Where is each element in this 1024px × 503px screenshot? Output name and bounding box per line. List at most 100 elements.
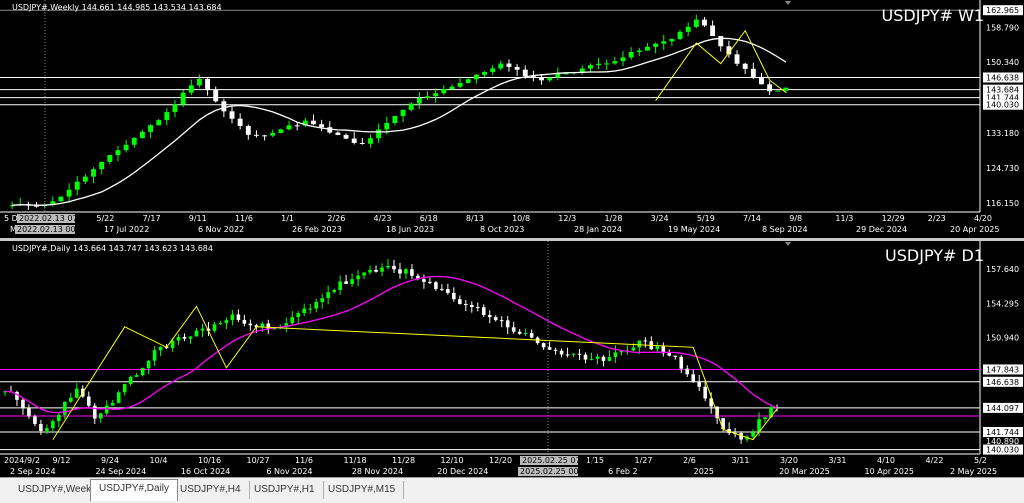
- candle-body: [200, 328, 205, 331]
- daily-chart-canvas[interactable]: 157.640 154.295 150.940 147.843 146.638 144.0…: [0, 241, 1024, 477]
- candle-body: [128, 376, 133, 385]
- candle-body: [75, 388, 79, 398]
- candle-body: [613, 352, 618, 358]
- candle-body: [669, 38, 675, 42]
- candle-body: [759, 76, 764, 85]
- candle-body: [270, 132, 276, 136]
- time-tick-label: 6 Nov 2022: [198, 225, 244, 234]
- time-tick-label: 2/6: [683, 456, 696, 465]
- time-tick-label: 10/27: [247, 456, 270, 465]
- candle-body: [433, 93, 439, 97]
- time-tick-label: 2025: [694, 467, 714, 476]
- time-tick-label: 3/31: [829, 456, 847, 465]
- time-tick-label: 29 Dec 2024: [856, 225, 907, 234]
- candle-body: [601, 356, 606, 361]
- tab-usdjpy-daily[interactable]: USDJPY#,Daily: [90, 479, 179, 501]
- time-tick-label: 28 Jan 2024: [574, 225, 622, 234]
- candle-body: [457, 82, 463, 87]
- price-tick-label: 133.180: [986, 129, 1019, 138]
- candle-body: [176, 336, 181, 341]
- daily-symbol-label: USDJPY# D1: [885, 246, 984, 265]
- time-tick-label: 8/13: [466, 214, 484, 223]
- candle-body: [319, 124, 325, 128]
- time-tick-label: 2/23: [928, 214, 946, 223]
- candle-body: [506, 63, 512, 67]
- candle-body: [218, 323, 223, 325]
- candle-body: [51, 421, 55, 429]
- candle-body: [380, 267, 384, 272]
- candle-body: [374, 269, 378, 272]
- candle-body: [356, 275, 360, 280]
- candle-body: [655, 346, 660, 350]
- candle-body: [620, 57, 626, 62]
- time-tick-label: 4/22: [926, 456, 944, 465]
- price-tick-label: 146.638: [986, 378, 1019, 387]
- candle-body: [236, 314, 241, 320]
- candle-body: [351, 138, 357, 143]
- price-tick-label: 158.790: [986, 23, 1019, 32]
- time-tick-label: 5/2: [974, 456, 987, 465]
- time-tick-label: 2/26: [327, 214, 345, 223]
- candle-body: [702, 19, 707, 26]
- candle-body: [523, 333, 528, 335]
- time-tick-label: 4/10: [877, 456, 895, 465]
- candle-body: [139, 131, 145, 139]
- candle-body: [667, 353, 672, 356]
- candle-body: [311, 120, 316, 125]
- time-tick-label: 11/28: [392, 456, 415, 465]
- candle-body: [522, 69, 528, 77]
- candle-body: [643, 340, 648, 342]
- tab-usdjpy-h4[interactable]: USDJPY#,H4: [172, 481, 250, 499]
- candle-body: [583, 354, 588, 360]
- candle-body: [452, 292, 456, 300]
- weekly-chart-pane[interactable]: 162.965 158.790 150.340 146.638 143.684 141.7…: [0, 0, 1024, 238]
- time-tick-label: 9/24: [101, 456, 119, 465]
- time-tick-label: 10/8: [512, 214, 530, 223]
- moving-average-line: [12, 37, 787, 206]
- candle-body: [188, 336, 193, 339]
- candle-body: [400, 109, 406, 117]
- price-tick-label: 157.640: [986, 265, 1019, 274]
- time-tick-label: 6 Feb 2: [608, 467, 637, 476]
- tab-usdjpy-m15[interactable]: USDJPY#,M15: [320, 481, 405, 499]
- candle-body: [343, 134, 349, 139]
- candle-body: [607, 357, 612, 361]
- candle-body: [39, 423, 43, 431]
- time-tick-label: 10/4: [150, 456, 168, 465]
- candle-body: [553, 349, 558, 351]
- candle-body: [368, 269, 372, 273]
- time-tick-label: 7/14: [743, 214, 761, 223]
- price-tick-label: 147.843: [986, 365, 1019, 374]
- candle-body: [107, 155, 113, 162]
- candle-body: [458, 299, 462, 305]
- weekly-chart-canvas[interactable]: 162.965158.790150.340146.638143.684141.7…: [0, 0, 1024, 238]
- candle-body: [482, 71, 487, 75]
- candle-body: [229, 111, 235, 119]
- candle-body: [653, 43, 659, 47]
- candle-body: [763, 417, 767, 420]
- time-tick-label: 3/20: [780, 456, 798, 465]
- time-tick-label: 16 Oct 2024: [181, 467, 230, 476]
- time-tick-label: 9/11: [189, 214, 207, 223]
- candle-body: [493, 317, 498, 321]
- weekly-header: USDJPY#,Weekly 144.661 144.985 143.534 1…: [12, 3, 222, 12]
- candle-body: [555, 73, 561, 78]
- candle-body: [21, 399, 25, 409]
- tab-usdjpy-h1[interactable]: USDJPY#,H1: [246, 481, 324, 499]
- candle-body: [589, 358, 594, 360]
- candle-body: [473, 74, 479, 80]
- price-tick-label: 141.744: [986, 428, 1019, 437]
- candle-body: [422, 279, 426, 282]
- time-tick-label: 5/22: [96, 214, 114, 223]
- candle-body: [637, 340, 642, 348]
- candle-body: [335, 132, 341, 135]
- candle-body: [344, 281, 348, 284]
- candle-body: [320, 298, 324, 303]
- candle-body: [416, 97, 422, 104]
- time-tick-label: 10/16: [198, 456, 221, 465]
- candle-body: [631, 347, 636, 351]
- candle-body: [398, 269, 402, 274]
- candle-body: [74, 181, 80, 190]
- candle-body: [440, 288, 444, 290]
- daily-chart-pane[interactable]: 157.640 154.295 150.940 147.843 146.638 144.0…: [0, 241, 1024, 477]
